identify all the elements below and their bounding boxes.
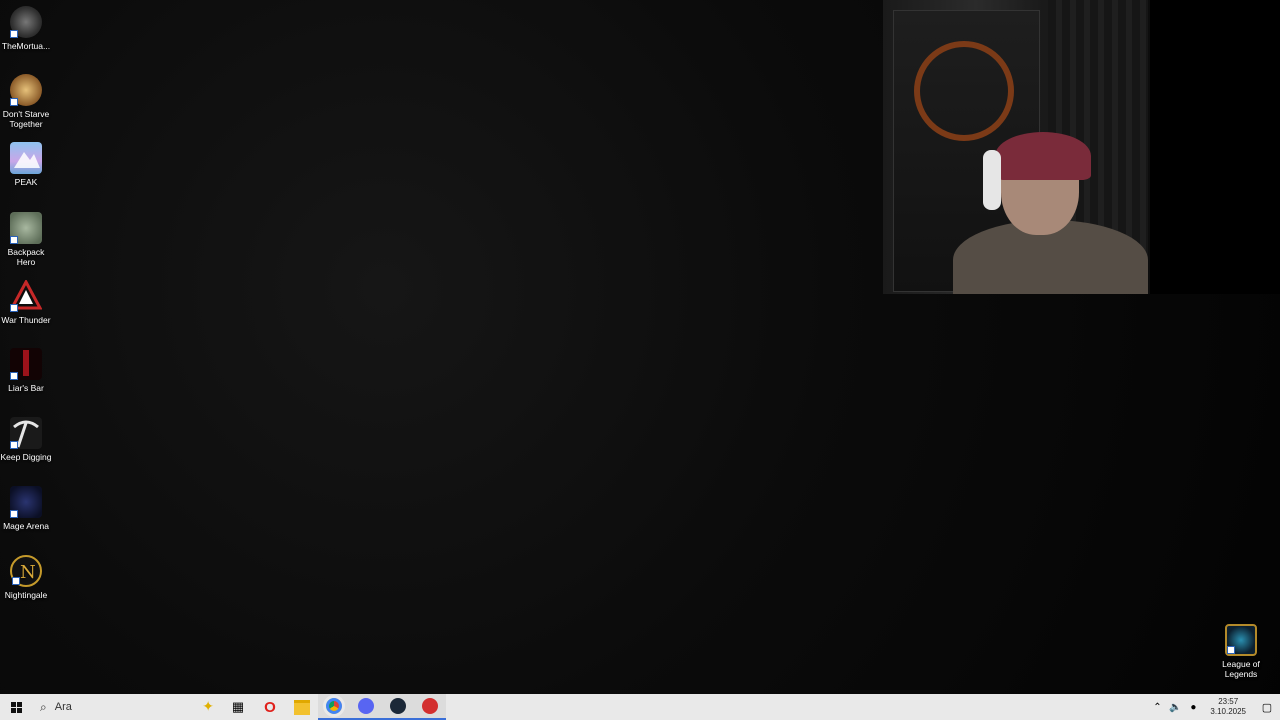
discord-button[interactable]	[350, 694, 382, 720]
mountain-icon	[10, 142, 42, 174]
desktop-icon-war-thunder[interactable]: War Thunder	[0, 278, 52, 325]
steam-icon	[390, 698, 406, 714]
desktop-icon-peak[interactable]: PEAK	[0, 142, 52, 187]
dont-starve-icon	[10, 74, 42, 106]
desktop: TheMortua... Don't Starve Together PEAK …	[0, 0, 1280, 694]
system-tray: ⌃ 🔈 ● 23:57 3.10.2025 ▢	[1148, 694, 1280, 720]
svg-text:N: N	[20, 562, 36, 583]
red-app-button[interactable]	[414, 694, 446, 720]
desktop-icon-label: Nightingale	[4, 590, 48, 600]
desktop-icon-label: PEAK	[14, 177, 38, 187]
headphone	[983, 150, 1001, 210]
file-explorer-icon	[294, 699, 310, 715]
mouse-hero-icon	[10, 212, 42, 244]
search-icon: ⌕	[40, 699, 47, 714]
nightingale-icon: N	[10, 555, 42, 587]
clock[interactable]: 23:57 3.10.2025	[1210, 697, 1246, 717]
desktop-icon-liars-bar[interactable]: Liar's Bar	[0, 348, 52, 393]
start-button[interactable]	[0, 694, 32, 720]
webcam-background	[1150, 0, 1280, 294]
war-thunder-icon	[9, 278, 43, 312]
opera-icon: O	[264, 698, 276, 716]
taskbar: ⌕ Ara ✦ ▦ O ⌃ 🔈 ● 23:57 3.10.2025 ▢	[0, 694, 1280, 720]
speaker-icon[interactable]: 🔈	[1167, 702, 1183, 713]
windows-logo-icon	[10, 701, 22, 713]
desktop-icon-league-of-legends[interactable]: League of Legends	[1215, 624, 1267, 679]
red-cap	[995, 132, 1091, 180]
desktop-icon-label: War Thunder	[1, 315, 51, 325]
desktop-icon-dont-starve-together[interactable]: Don't Starve Together	[0, 74, 52, 129]
desktop-icon-label: Keep Digging	[0, 452, 52, 462]
file-explorer-button[interactable]	[286, 694, 318, 720]
desktop-icon-label: Mage Arena	[3, 521, 49, 531]
mage-arena-icon	[10, 486, 42, 518]
desktop-icon-keep-digging[interactable]: Keep Digging	[0, 417, 52, 462]
pickaxe-icon	[10, 417, 42, 449]
search-box[interactable]: ⌕ Ara ✦	[32, 694, 222, 720]
steam-button[interactable]	[382, 694, 414, 720]
opera-button[interactable]: O	[254, 694, 286, 720]
desktop-icon-backpack-hero[interactable]: Backpack Hero	[0, 212, 52, 267]
task-view-icon: ▦	[231, 699, 245, 714]
search-placeholder: Ara	[54, 701, 72, 713]
desktop-icon-themortuary[interactable]: TheMortua...	[0, 6, 52, 51]
task-view-button[interactable]: ▦	[222, 694, 254, 720]
chrome-icon	[323, 695, 345, 717]
desktop-icon-mage-arena[interactable]: Mage Arena	[0, 486, 52, 531]
chevron-up-icon[interactable]: ⌃	[1149, 702, 1165, 713]
liars-bar-icon	[10, 348, 42, 380]
desktop-icon-label: Backpack Hero	[7, 247, 45, 267]
red-app-icon	[422, 698, 438, 714]
skull-emblem-icon	[10, 6, 42, 38]
notification-icon[interactable]: ▢	[1254, 701, 1280, 714]
desktop-icon-label: Don't Starve Together	[2, 109, 50, 129]
clock-date: 3.10.2025	[1210, 707, 1246, 716]
microphone-icon[interactable]: ●	[1185, 702, 1201, 713]
desktop-icon-label: Liar's Bar	[8, 383, 44, 393]
desktop-icon-nightingale[interactable]: N Nightingale	[0, 555, 52, 600]
clock-time: 23:57	[1218, 697, 1239, 706]
desktop-icon-label: League of Legends	[1222, 659, 1260, 679]
chrome-button[interactable]	[318, 694, 350, 720]
webcam-overlay	[883, 0, 1150, 294]
desktop-icon-label: TheMortua...	[1, 41, 51, 51]
search-highlight-icon: ✦	[202, 698, 214, 714]
discord-icon	[358, 698, 374, 714]
league-of-legends-icon	[1225, 624, 1257, 656]
